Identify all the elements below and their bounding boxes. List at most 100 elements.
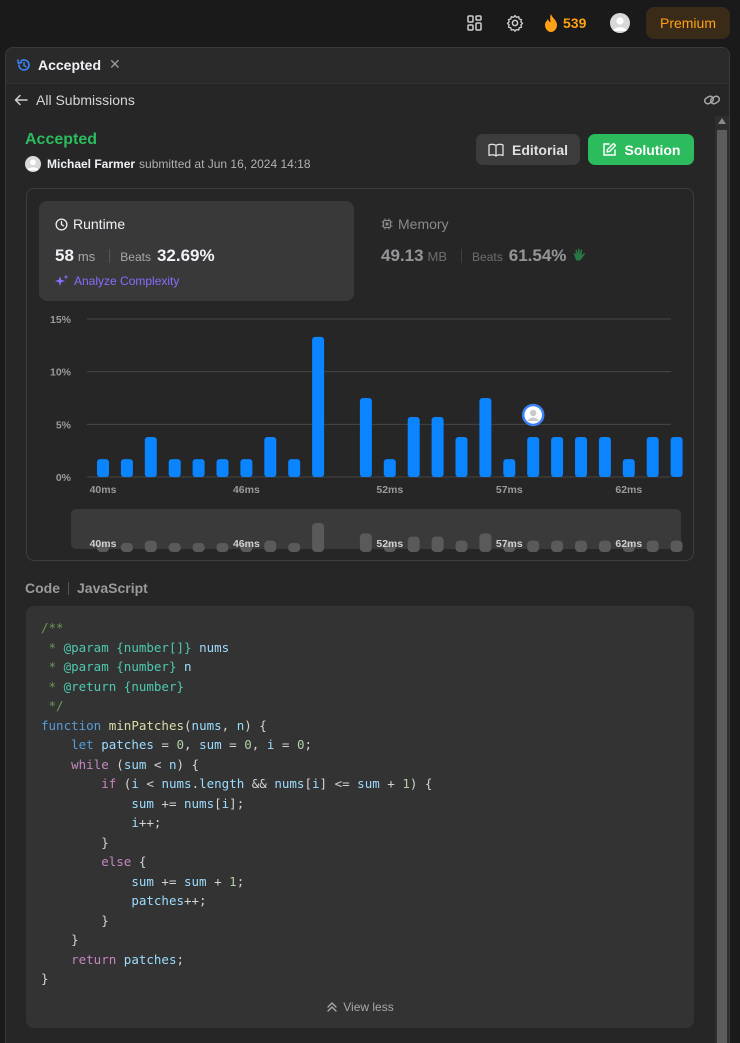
view-less-label: View less	[343, 1000, 394, 1014]
author-name[interactable]: Michael Farmer	[47, 157, 135, 171]
runtime-title: Runtime	[55, 216, 125, 232]
author-avatar[interactable]	[25, 156, 41, 172]
history-icon	[17, 58, 30, 71]
overview-bar	[670, 540, 683, 552]
x-tick-label: 40ms	[90, 484, 117, 496]
chart-bar	[551, 436, 564, 477]
chart-bar	[479, 398, 492, 477]
arrow-left-icon	[14, 94, 28, 106]
y-tick-label: 15%	[50, 314, 72, 326]
code-content: /** * @param {number[]} nums * @param {n…	[41, 620, 433, 986]
submission-status: Accepted	[25, 131, 98, 148]
memory-box[interactable]: Memory 49.13 MB Beats 61.54%	[369, 201, 684, 301]
chart-bar	[503, 459, 516, 477]
tab-label: Accepted	[38, 56, 102, 73]
submission-panel: Accepted ✕ All Submissions Accepted Mich…	[5, 47, 730, 1043]
runtime-beats-label: Beats	[120, 250, 151, 264]
user-avatar[interactable]	[610, 13, 630, 33]
submitted-time: submitted at Jun 16, 2024 14:18	[139, 157, 311, 171]
runtime-distribution-chart[interactable]: 15% 10% 5% 0% 40ms 46ms 52ms 57ms 62ms 40ms 46ms 52…	[27, 307, 695, 552]
view-less-button[interactable]: View less	[26, 1000, 694, 1014]
chart-bar	[312, 336, 325, 477]
overview-bar	[216, 543, 229, 552]
all-submissions-link[interactable]: All Submissions	[14, 92, 135, 108]
overview-tick-label: 46ms	[233, 538, 260, 550]
solution-button[interactable]: Solution	[588, 134, 694, 165]
y-tick-label: 0%	[56, 472, 72, 484]
overview-bar	[431, 536, 444, 552]
solution-label: Solution	[624, 141, 681, 158]
overview-bar	[551, 540, 564, 552]
close-icon[interactable]: ✕	[109, 56, 121, 73]
editorial-button[interactable]: Editorial	[476, 134, 580, 165]
chart-bar	[97, 459, 109, 477]
chart-bar	[168, 459, 181, 477]
analyze-complexity-link[interactable]: Analyze Complexity	[55, 274, 179, 288]
chart-bar	[670, 436, 683, 477]
x-tick-label: 46ms	[233, 484, 260, 496]
gear-icon[interactable]	[506, 14, 524, 32]
runtime-box[interactable]: Runtime 58 ms Beats 32.69% Analyze Compl…	[39, 201, 354, 301]
code-label: Code	[25, 580, 60, 596]
editorial-label: Editorial	[511, 141, 568, 158]
x-tick-label: 62ms	[615, 484, 642, 496]
chart-bar	[527, 436, 540, 477]
runtime-beats-value: 32.69%	[156, 246, 215, 265]
overview-bar	[312, 523, 325, 552]
overview-tick-label: 62ms	[615, 538, 642, 550]
memory-beats-value: 61.54%	[508, 246, 567, 265]
chart-bar	[120, 459, 133, 477]
tab-accepted[interactable]: Accepted ✕	[16, 56, 121, 73]
chart-bar	[646, 436, 659, 477]
tab-bar: Accepted ✕	[6, 48, 729, 84]
memory-value: 49.13	[381, 246, 424, 265]
edit-icon	[602, 142, 616, 156]
submission-meta: Michael Farmer submitted at Jun 16, 2024…	[25, 156, 311, 172]
sub-nav: All Submissions	[6, 84, 729, 116]
x-tick-label: 57ms	[496, 484, 523, 496]
chart-bar	[216, 459, 229, 477]
avatar-person-icon	[613, 17, 627, 31]
clap-icon	[574, 248, 586, 261]
divider	[461, 249, 463, 263]
overview-bar	[575, 540, 587, 552]
code-block[interactable]: /** * @param {number[]} nums * @param {n…	[26, 606, 694, 1028]
link-icon[interactable]	[703, 92, 721, 108]
runtime-label: Runtime	[73, 216, 126, 232]
y-tick-label: 5%	[56, 419, 72, 431]
layout-icon[interactable]	[466, 14, 484, 32]
book-icon	[488, 143, 504, 157]
scroll-up-icon[interactable]	[718, 118, 726, 124]
streak-counter[interactable]: 539	[544, 13, 586, 33]
y-tick-label: 10%	[50, 367, 72, 379]
streak-count: 539	[563, 15, 587, 31]
overview-bar	[407, 536, 420, 552]
chart-bar	[622, 459, 635, 477]
flame-icon	[545, 14, 557, 32]
code-header: Code JavaScript	[25, 580, 148, 596]
overview-bar	[288, 543, 301, 552]
overview-tick-label: 40ms	[90, 538, 117, 550]
chart-bar	[598, 436, 611, 477]
overview-bar	[598, 540, 611, 552]
chart-bar	[455, 436, 468, 477]
marker-avatar-head	[530, 409, 537, 417]
overview-bar	[192, 543, 205, 552]
chart-bar	[407, 416, 420, 477]
divider	[68, 581, 69, 595]
sparkle-icon	[55, 274, 69, 286]
overview-tick-label: 52ms	[376, 538, 403, 550]
performance-card: Runtime 58 ms Beats 32.69% Analyze Compl…	[26, 188, 694, 561]
premium-button[interactable]: Premium	[646, 7, 730, 39]
scrollbar-thumb[interactable]	[717, 130, 727, 1043]
memory-title: Memory	[381, 216, 449, 232]
scrollbar[interactable]	[715, 116, 729, 1043]
chart-bar	[575, 436, 587, 477]
divider	[109, 249, 111, 263]
overview-bar	[168, 543, 181, 552]
x-tick-label: 52ms	[376, 484, 403, 496]
top-bar: 539 Premium	[0, 0, 740, 46]
overview-bar	[264, 540, 277, 552]
overview-bar	[527, 540, 540, 552]
chart-bar	[383, 459, 396, 477]
